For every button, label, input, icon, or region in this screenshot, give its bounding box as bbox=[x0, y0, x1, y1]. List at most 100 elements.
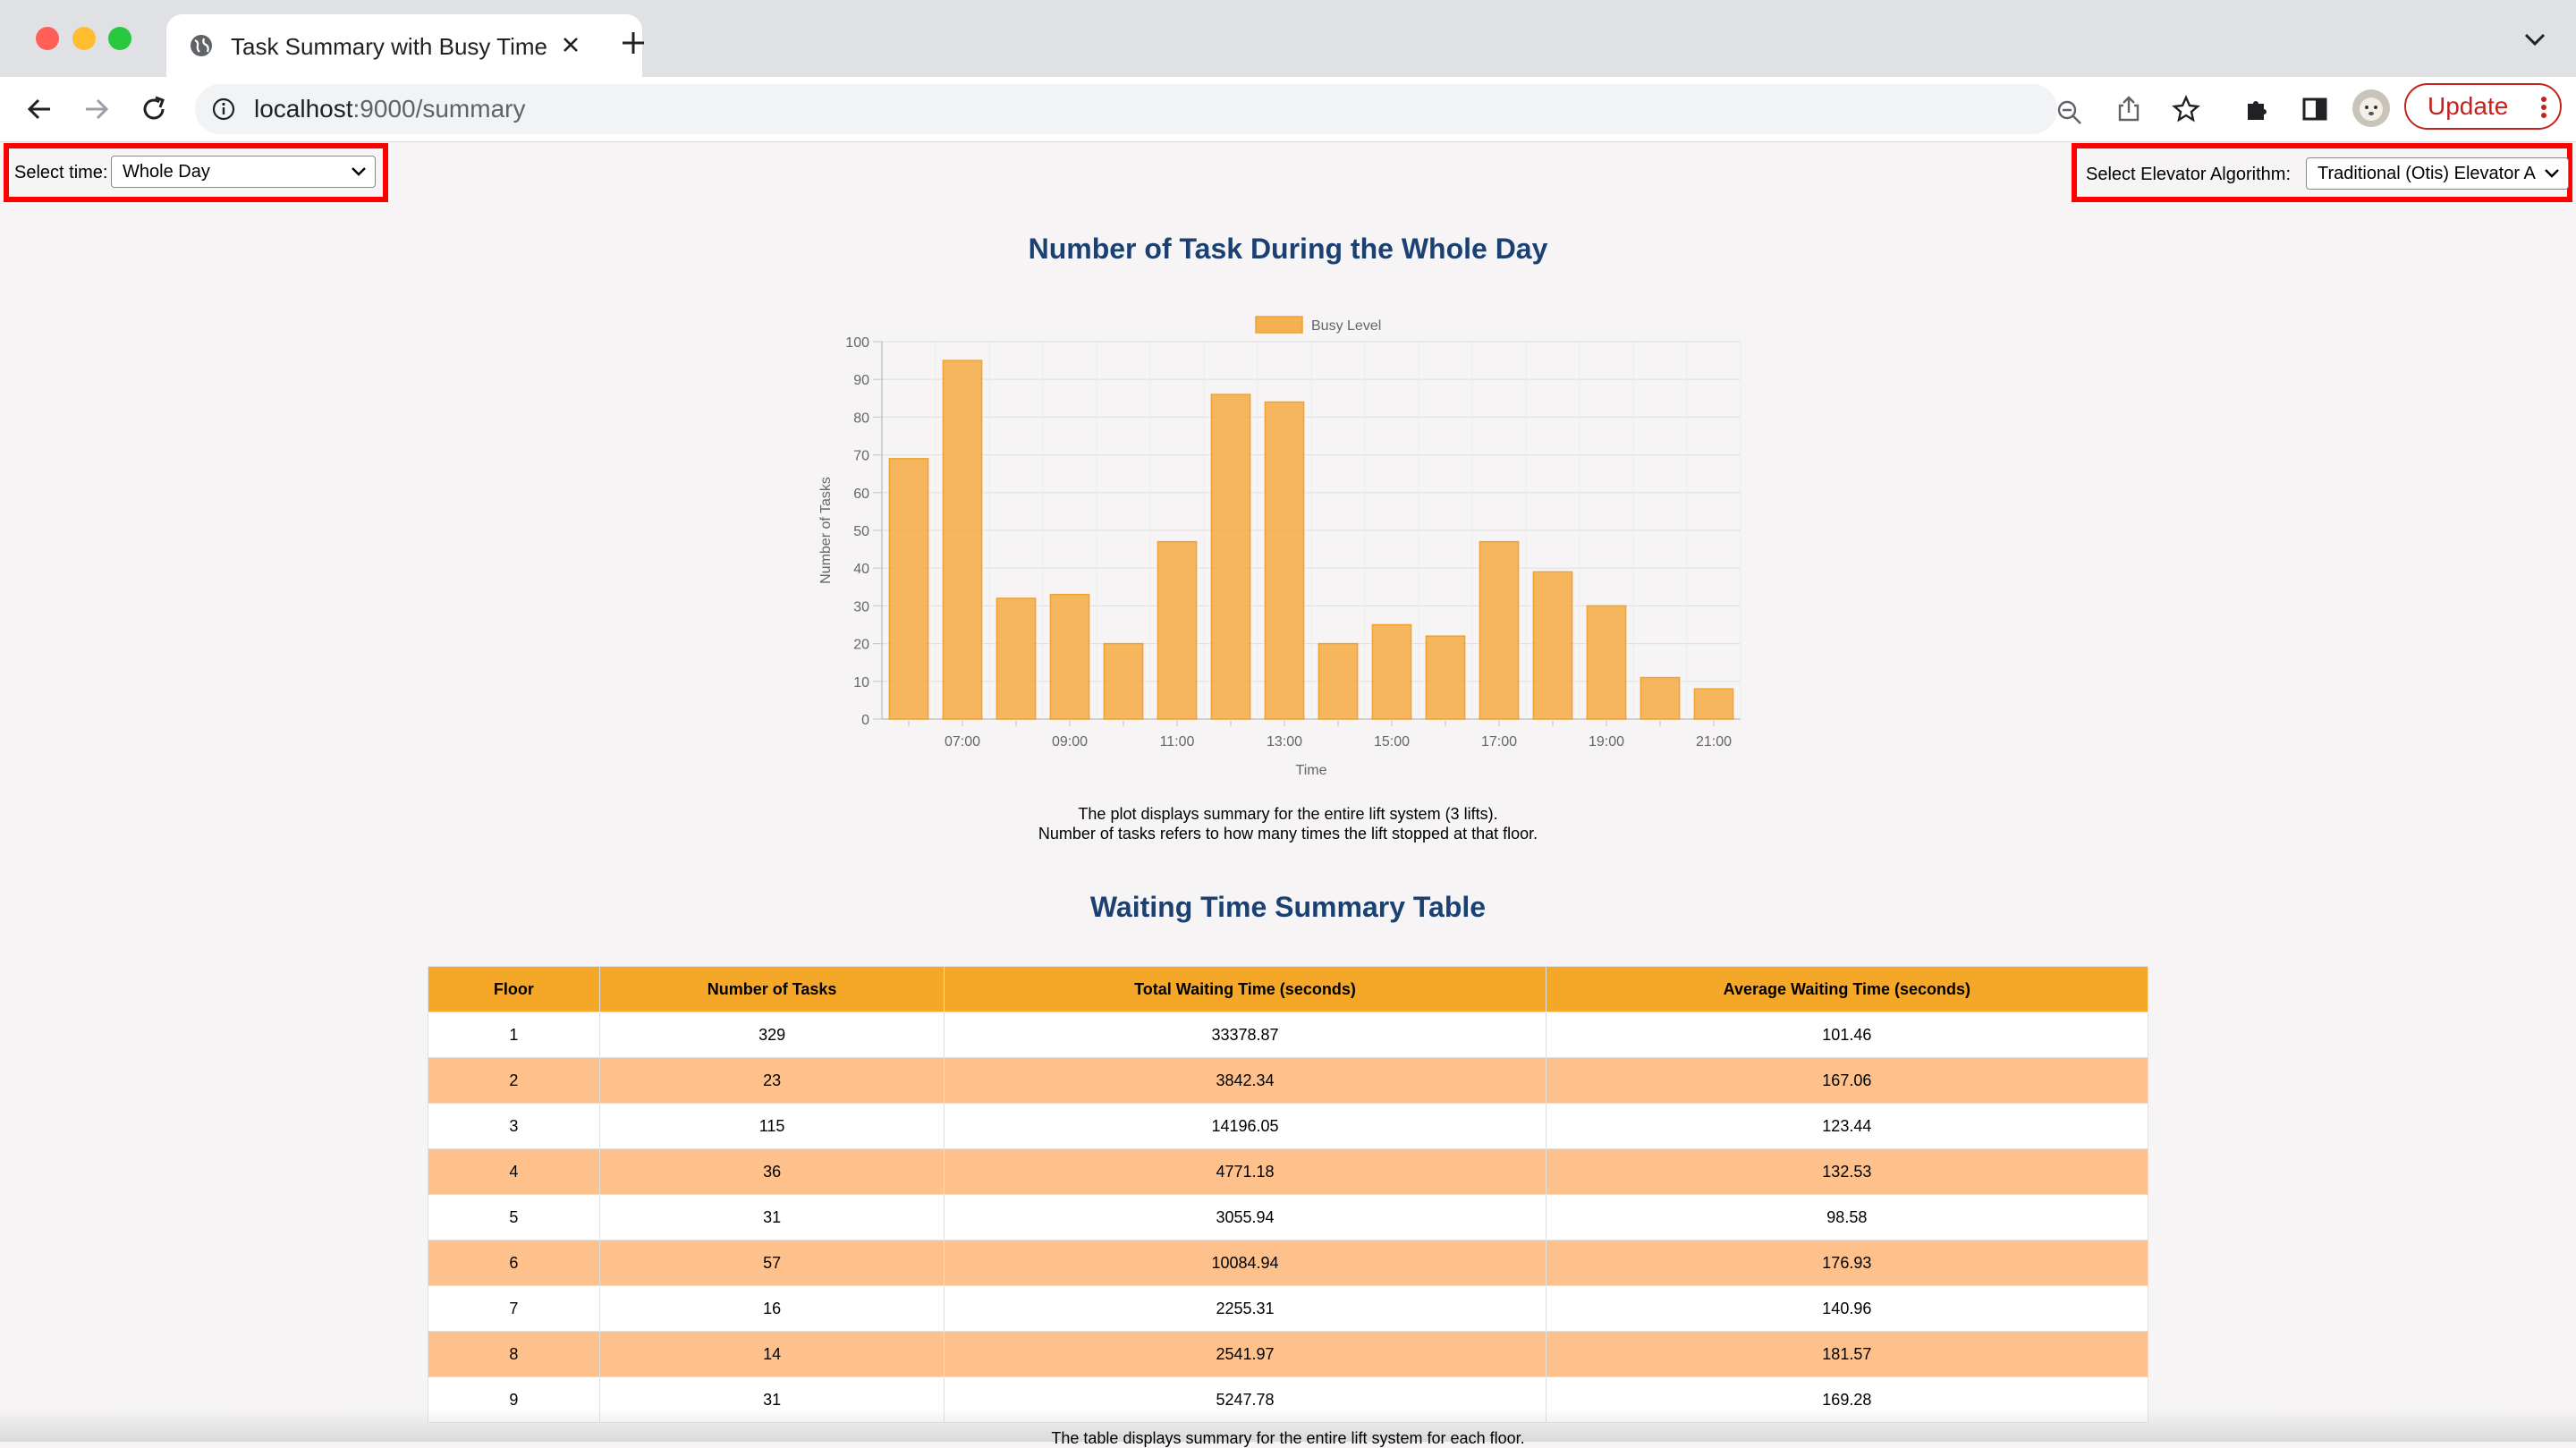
cell-average-waiting-time: 101.46 bbox=[1545, 1012, 2149, 1058]
y-tick-label: 50 bbox=[853, 524, 869, 539]
y-tick-label: 100 bbox=[845, 335, 869, 351]
cell-floor: 3 bbox=[428, 1103, 600, 1149]
table-row: 1 329 33378.87 101.46 bbox=[428, 1012, 2149, 1058]
back-arrow-icon[interactable] bbox=[23, 93, 55, 125]
y-tick-label: 30 bbox=[853, 599, 869, 614]
cell-floor: 6 bbox=[428, 1240, 600, 1286]
chevron-down-icon bbox=[2543, 167, 2561, 180]
cell-number-of-tasks: 57 bbox=[598, 1240, 945, 1286]
window-minimize-button[interactable] bbox=[72, 27, 96, 50]
chevron-down-icon[interactable] bbox=[2522, 30, 2547, 48]
y-tick-label: 0 bbox=[861, 713, 869, 728]
bar bbox=[942, 360, 983, 720]
info-icon[interactable] bbox=[211, 97, 236, 122]
cell-total-waiting-time: 14196.05 bbox=[944, 1103, 1546, 1149]
cell-average-waiting-time: 181.57 bbox=[1545, 1331, 2149, 1377]
y-tick-label: 70 bbox=[853, 449, 869, 464]
table-row: 8 14 2541.97 181.57 bbox=[428, 1331, 2149, 1377]
cell-average-waiting-time: 123.44 bbox=[1545, 1103, 2149, 1149]
algorithm-select[interactable]: Traditional (Otis) Elevator A bbox=[2306, 157, 2569, 190]
y-axis-title: Number of Tasks bbox=[818, 477, 834, 584]
column-header-floor: Floor bbox=[428, 966, 600, 1012]
legend-label: Busy Level bbox=[1311, 318, 1381, 334]
close-icon[interactable] bbox=[555, 29, 587, 61]
cell-average-waiting-time: 98.58 bbox=[1545, 1194, 2149, 1241]
window-close-button[interactable] bbox=[36, 27, 59, 50]
bar bbox=[1103, 642, 1144, 720]
bar bbox=[1425, 635, 1466, 720]
window-zoom-button[interactable] bbox=[108, 27, 131, 50]
time-select[interactable]: Whole Day bbox=[111, 156, 376, 188]
browser-tab-bar: Task Summary with Busy Time bbox=[0, 0, 2576, 77]
cell-number-of-tasks: 14 bbox=[598, 1331, 945, 1377]
reload-icon[interactable] bbox=[138, 93, 170, 125]
bar bbox=[996, 597, 1037, 720]
table-row: 4 36 4771.18 132.53 bbox=[428, 1148, 2149, 1195]
table-header-row: Floor Number of Tasks Total Waiting Time… bbox=[428, 966, 2149, 1012]
avatar-face-icon bbox=[2360, 97, 2383, 121]
chevron-down-icon bbox=[352, 167, 366, 176]
cell-floor: 7 bbox=[428, 1285, 600, 1332]
cell-total-waiting-time: 3055.94 bbox=[944, 1194, 1546, 1241]
y-tick-label: 20 bbox=[853, 638, 869, 653]
waiting-time-table: Floor Number of Tasks Total Waiting Time… bbox=[428, 966, 2149, 1423]
x-tick-label: 13:00 bbox=[1267, 734, 1302, 749]
y-tick-label: 60 bbox=[853, 487, 869, 502]
url-text: localhost:9000/summary bbox=[254, 95, 526, 123]
extensions-puzzle-icon[interactable] bbox=[2241, 93, 2274, 125]
x-axis-title: Time bbox=[1296, 763, 1327, 778]
cell-floor: 4 bbox=[428, 1148, 600, 1195]
cell-number-of-tasks: 115 bbox=[598, 1103, 945, 1149]
chart-caption-line-2: Number of tasks refers to how many times… bbox=[1038, 825, 1538, 843]
new-tab-plus-icon[interactable] bbox=[617, 27, 649, 59]
algorithm-select-group: Select Elevator Algorithm: Traditional (… bbox=[2072, 143, 2572, 202]
y-tick-label: 40 bbox=[853, 562, 869, 577]
x-tick-label: 19:00 bbox=[1589, 734, 1624, 749]
share-icon[interactable] bbox=[2113, 93, 2145, 125]
tab-title: Task Summary with Busy Time bbox=[231, 33, 547, 60]
cell-floor: 2 bbox=[428, 1057, 600, 1104]
bar bbox=[888, 458, 929, 720]
cell-total-waiting-time: 2541.97 bbox=[944, 1331, 1546, 1377]
side-panel-icon[interactable] bbox=[2299, 93, 2331, 125]
profile-avatar[interactable] bbox=[2352, 89, 2390, 127]
cell-number-of-tasks: 329 bbox=[598, 1012, 945, 1058]
cell-number-of-tasks: 36 bbox=[598, 1148, 945, 1195]
x-tick-label: 17:00 bbox=[1481, 734, 1517, 749]
bar bbox=[1210, 394, 1251, 720]
cell-total-waiting-time: 33378.87 bbox=[944, 1012, 1546, 1058]
y-tick-label: 80 bbox=[853, 411, 869, 426]
cell-average-waiting-time: 167.06 bbox=[1545, 1057, 2149, 1104]
y-tick-label: 10 bbox=[853, 675, 869, 690]
column-header-number-of-tasks: Number of Tasks bbox=[598, 966, 945, 1012]
browser-tab-active[interactable]: Task Summary with Busy Time bbox=[166, 14, 642, 77]
table-title: Waiting Time Summary Table bbox=[1089, 891, 1487, 923]
cell-floor: 1 bbox=[428, 1012, 600, 1058]
chart-title: Number of Task During the Whole Day bbox=[1028, 233, 1548, 265]
forward-arrow-icon[interactable] bbox=[80, 93, 113, 125]
address-bar[interactable]: localhost:9000/summary bbox=[195, 84, 2081, 134]
cell-total-waiting-time: 2255.31 bbox=[944, 1285, 1546, 1332]
bar-chart-svg: 0 10 20 30 40 50 60 70 80 90 100 07:00 09:00 11:00 13:… bbox=[818, 316, 1741, 778]
column-header-average-waiting-time: Average Waiting Time (seconds) bbox=[1545, 966, 2149, 1012]
browser-toolbar: localhost:9000/summary Update bbox=[0, 77, 2576, 142]
update-button[interactable]: Update bbox=[2404, 83, 2562, 130]
zoom-out-icon[interactable] bbox=[2055, 98, 2084, 127]
cell-average-waiting-time: 140.96 bbox=[1545, 1285, 2149, 1332]
bar bbox=[1640, 676, 1681, 720]
cell-total-waiting-time: 10084.94 bbox=[944, 1240, 1546, 1286]
table-row: 5 31 3055.94 98.58 bbox=[428, 1194, 2149, 1241]
bar bbox=[1586, 605, 1627, 720]
time-select-label: Select time: bbox=[14, 163, 108, 182]
y-tick-label: 90 bbox=[853, 373, 869, 388]
cell-number-of-tasks: 16 bbox=[598, 1285, 945, 1332]
bar bbox=[1532, 571, 1573, 720]
bar bbox=[1318, 642, 1359, 720]
cell-number-of-tasks: 23 bbox=[598, 1057, 945, 1104]
x-tick-label: 09:00 bbox=[1052, 734, 1088, 749]
bar bbox=[1157, 540, 1198, 720]
globe-icon bbox=[191, 35, 212, 56]
bookmark-star-icon[interactable] bbox=[2170, 93, 2202, 125]
cell-average-waiting-time: 132.53 bbox=[1545, 1148, 2149, 1195]
chart-caption-line-1: The plot displays summary for the entire… bbox=[1078, 805, 1498, 823]
